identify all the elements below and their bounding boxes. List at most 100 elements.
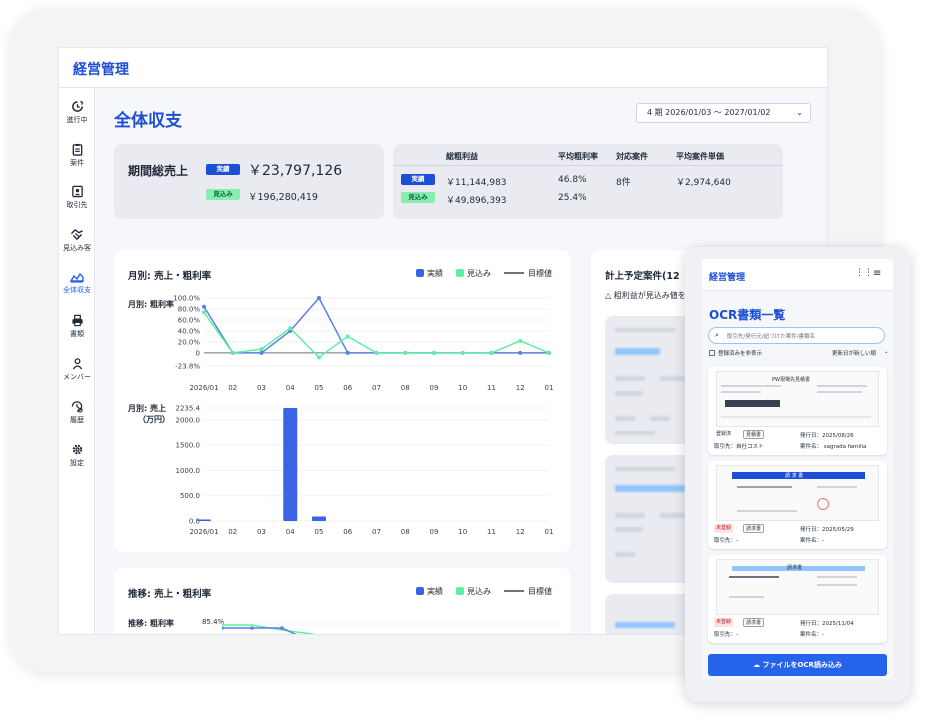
hide-registered-checkbox[interactable] xyxy=(709,350,715,356)
partner: 取引先：自社コスト xyxy=(714,444,764,450)
data-point xyxy=(518,338,523,343)
ocr-document-card[interactable]: PW現場先見積書 登録済 見積書 発行日：2025/08/26 取引先：自社コス… xyxy=(708,367,887,455)
planned-note: △ 粗利益が見込み値を下 xyxy=(605,291,694,300)
upload-label: ファイルをOCR読み込み xyxy=(762,661,842,669)
data-point xyxy=(374,350,379,355)
chevron-down-icon: ⌄ xyxy=(796,108,803,117)
chevron-down-icon: ⌄ xyxy=(884,349,889,355)
x-tick-label: 07 xyxy=(372,384,381,392)
data-point xyxy=(489,350,494,355)
sidebar-item-history[interactable]: 履歴 xyxy=(59,400,95,440)
status-badge: 未登録 xyxy=(714,524,734,533)
data-point xyxy=(202,304,206,309)
ocr-upload-button[interactable]: ☁ ファイルをOCR読み込み xyxy=(708,654,887,676)
rate-actual: 46.8% xyxy=(558,175,587,185)
data-point xyxy=(317,296,321,300)
monthly-chart-title: 月別: 売上・粗利率 xyxy=(128,271,212,282)
hide-registered-label: 登録済みを非表示 xyxy=(718,351,763,357)
contact-card-icon xyxy=(71,185,83,198)
sidebar-item-documents[interactable]: 書類 xyxy=(59,314,95,354)
y-tick-label: 500.0 xyxy=(180,492,200,500)
sort-select[interactable]: 更新日が新しい順 xyxy=(832,349,876,357)
document-thumbnail: PW現場先見積書 xyxy=(716,371,879,427)
period-select[interactable]: 4 期 2026/01/03 〜 2027/01/02 ⌄ xyxy=(636,103,811,123)
doc-kind-badge: 見積書 xyxy=(743,430,765,439)
blurred-text xyxy=(615,416,635,421)
sales-forecast-value: ￥196,280,419 xyxy=(248,192,318,203)
project-name: 案件名： sagrada familia xyxy=(800,444,867,450)
sidebar-item-prospects[interactable]: 見込み客 xyxy=(59,228,95,268)
trend-chart-title: 推移: 売上・粗利率 xyxy=(128,589,212,600)
trend-chart-card: 推移: 売上・粗利率 実績 見込み 目標値 推移: 粗利率 85.4% xyxy=(114,568,570,634)
gross-actual: ￥11,144,983 xyxy=(446,178,507,188)
x-tick-label: 12 xyxy=(516,528,525,536)
x-tick-label: 09 xyxy=(430,528,439,536)
rate-chart-label: 月別: 粗利率 xyxy=(128,300,174,309)
sidebar-item-label: 履歴 xyxy=(70,416,84,424)
y-tick-label: 100.0% xyxy=(174,295,200,303)
mobile-app-title: 経営管理 xyxy=(709,273,746,283)
person-icon xyxy=(72,358,82,370)
header-gross-profit: 総粗利益 xyxy=(446,152,478,161)
data-point xyxy=(403,350,408,355)
blurred-text xyxy=(615,328,675,332)
y-tick-label: 0 xyxy=(196,349,200,357)
y-tick-label: 60.0% xyxy=(178,316,201,324)
x-tick-label: 06 xyxy=(343,384,352,392)
data-point xyxy=(317,355,321,360)
x-tick-label: 10 xyxy=(458,528,467,536)
legend-actual-swatch xyxy=(416,269,424,277)
y-tick-label: 40.0% xyxy=(178,327,201,335)
blurred-text xyxy=(650,416,670,421)
x-tick-label: 03 xyxy=(257,384,266,392)
x-tick-label: 10 xyxy=(458,384,467,392)
search-placeholder: 取引先/発行元/紐づけた案件/書類名 xyxy=(727,334,816,340)
rate-forecast: 25.4% xyxy=(558,193,587,203)
sidebar-item-members[interactable]: メンバー xyxy=(59,357,95,397)
forecast-badge: 見込み xyxy=(206,189,240,200)
document-thumbnail: 請 求 書 xyxy=(716,465,879,521)
x-tick-label: 09 xyxy=(430,384,439,392)
ocr-document-card[interactable]: 請求書 未登録 請求書 発行日：2025/11/04 取引先：- 案件名：- xyxy=(708,555,887,643)
sidebar-item-label: 取引先 xyxy=(66,201,88,209)
y-tick-label: -23.8% xyxy=(175,363,200,371)
hamburger-menu-icon[interactable]: ≡ xyxy=(873,268,881,279)
y-tick-label: 2235.4 xyxy=(176,405,201,413)
legend-actual: 実績 xyxy=(427,269,443,278)
legend-forecast: 見込み xyxy=(467,587,491,596)
blurred-text xyxy=(615,431,655,435)
y-tick-label: 20.0% xyxy=(178,338,201,346)
sidebar-item-projects[interactable]: 案件 xyxy=(59,143,95,183)
sidebar-item-progress[interactable]: 進行中 xyxy=(59,100,95,140)
x-tick-label: 04 xyxy=(286,384,295,392)
document-thumbnail: 請求書 xyxy=(716,559,879,615)
top-bar: 経営管理 xyxy=(59,48,827,88)
blurred-link xyxy=(615,348,660,355)
legend-target: 目標値 xyxy=(528,269,552,278)
legend-forecast-swatch xyxy=(456,587,464,595)
data-point xyxy=(202,310,206,315)
sidebar-item-settings[interactable]: 設定 xyxy=(59,443,95,483)
mobile-screen: 経営管理 ⋮⋮ ≡ OCR書類一覧 ⌕ 取引先/発行元/紐づけた案件/書類名 登… xyxy=(702,259,893,679)
monthly-chart-card: 月別: 売上・粗利率 実績 見込み 目標値 月別: 粗利率 月別: 売上 （万円… xyxy=(114,250,570,552)
sidebar-item-partners[interactable]: 取引先 xyxy=(59,185,95,225)
x-tick-label: 06 xyxy=(343,528,352,536)
blurred-text xyxy=(615,527,643,532)
data-point xyxy=(230,350,235,355)
project-name: 案件名：- xyxy=(800,538,824,544)
sidebar-item-overall-balance[interactable]: 全体収支 xyxy=(59,271,95,311)
ocr-document-card[interactable]: 請 求 書 未登録 請求書 発行日：2025/05/29 取引先：- 案件名：- xyxy=(708,461,887,549)
data-point xyxy=(432,350,436,355)
ocr-search-input[interactable]: ⌕ 取引先/発行元/紐づけた案件/書類名 xyxy=(708,327,885,344)
grid-menu-icon[interactable]: ⋮⋮ xyxy=(855,268,873,278)
header-avg-rate: 平均粗利率 xyxy=(558,152,598,161)
actual-badge: 実績 xyxy=(401,174,435,185)
issued-date: 発行日：2025/05/29 xyxy=(800,527,854,533)
blurred-text xyxy=(660,376,685,381)
doc-kind-badge: 請求書 xyxy=(743,618,765,627)
planned-title: 計上予定案件(12 xyxy=(605,271,680,282)
x-tick-label: 11 xyxy=(487,384,496,392)
x-tick-label: 05 xyxy=(315,528,324,536)
sidebar: 進行中 案件 取引先 見込み客 全体収支 書類 メンバー 履歴 設定 xyxy=(59,88,95,634)
sales-chart-unit: （万円） xyxy=(138,415,170,424)
